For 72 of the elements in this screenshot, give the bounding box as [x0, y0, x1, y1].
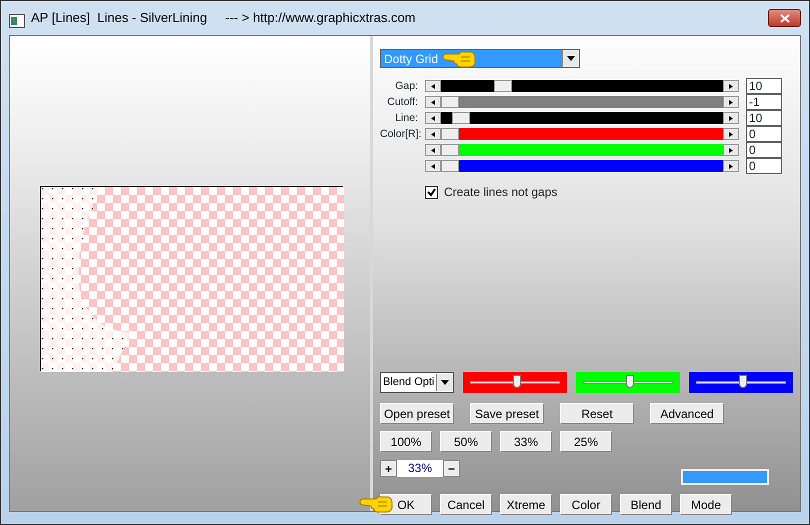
slider-thumb[interactable]: [452, 112, 470, 124]
slider-label: Gap:: [394, 79, 418, 94]
right-arrow-button[interactable]: [723, 96, 739, 108]
zoom-in-button[interactable]: +: [380, 460, 397, 477]
dialog-button[interactable]: Cancel: [440, 494, 492, 515]
left-arrow-button[interactable]: [425, 112, 441, 124]
right-arrow-button[interactable]: [723, 128, 739, 140]
right-arrow-button[interactable]: [723, 144, 739, 156]
zoom-field[interactable]: 33%: [397, 460, 443, 477]
left-arrow-button[interactable]: [425, 96, 441, 108]
slider-thumb[interactable]: [513, 375, 522, 388]
right-arrow-icon[interactable]: [729, 84, 733, 88]
left-arrow-button[interactable]: [425, 80, 441, 92]
hand-pointer-icon: [358, 494, 394, 514]
value-field[interactable]: -1: [746, 94, 782, 110]
preset-button[interactable]: Reset: [560, 403, 634, 424]
close-button[interactable]: [768, 9, 801, 27]
value-field[interactable]: 0: [746, 126, 782, 142]
app-icon: [9, 11, 25, 25]
right-arrow-button[interactable]: [723, 80, 739, 92]
blend-slider[interactable]: [689, 372, 793, 393]
slider-thumb[interactable]: [494, 80, 512, 92]
caret-icon: [567, 56, 575, 61]
left-arrow-icon[interactable]: [431, 116, 435, 120]
slider-thumb[interactable]: [441, 128, 459, 140]
slider-thumb[interactable]: [441, 144, 459, 156]
preset-button[interactable]: Advanced: [650, 403, 724, 424]
right-arrow-button[interactable]: [723, 112, 739, 124]
window-title: AP [Lines] Lines - SilverLining --- > http://www.graphicxtras.com: [31, 9, 416, 28]
slider-thumb[interactable]: [626, 375, 634, 388]
left-arrow-icon[interactable]: [431, 132, 435, 136]
zoom-button[interactable]: 100%: [380, 431, 432, 452]
preset-button[interactable]: Save preset: [470, 403, 544, 424]
slider-thumb[interactable]: [441, 160, 459, 172]
slider-label: Color[R]:: [380, 127, 418, 142]
checkbox-label: Create lines not gaps: [444, 184, 558, 201]
slider-label: Line:: [394, 111, 418, 126]
left-arrow-icon[interactable]: [431, 84, 435, 88]
blend-slider[interactable]: [576, 372, 680, 393]
right-arrow-button[interactable]: [723, 160, 739, 172]
zoom-button[interactable]: 25%: [560, 431, 612, 452]
close-icon[interactable]: [780, 14, 790, 22]
blend-dropdown[interactable]: Blend Opti: [380, 372, 454, 393]
slider-label: Cutoff:: [386, 95, 418, 110]
right-arrow-icon[interactable]: [729, 132, 733, 136]
right-arrow-icon[interactable]: [729, 148, 733, 152]
left-arrow-icon[interactable]: [431, 100, 435, 104]
slider-thumb[interactable]: [739, 375, 748, 388]
zoom-button[interactable]: 33%: [500, 431, 552, 452]
value-field[interactable]: 0: [746, 158, 782, 174]
right-arrow-icon[interactable]: [729, 116, 733, 120]
slider-thumb[interactable]: [441, 96, 459, 108]
zoom-button[interactable]: 50%: [440, 431, 492, 452]
dialog-button[interactable]: Color: [560, 494, 612, 515]
left-arrow-button[interactable]: [425, 128, 441, 140]
blend-slider[interactable]: [463, 372, 567, 393]
value-field[interactable]: 10: [746, 110, 782, 126]
left-arrow-icon[interactable]: [431, 164, 435, 168]
left-arrow-button[interactable]: [425, 144, 441, 156]
left-arrow-button[interactable]: [425, 160, 441, 172]
dialog-button[interactable]: Blend: [620, 494, 672, 515]
right-arrow-icon[interactable]: [729, 164, 733, 168]
hand-pointer-icon: [441, 49, 477, 69]
dialog-button[interactable]: Xtreme: [500, 494, 552, 515]
value-field[interactable]: 10: [746, 78, 782, 94]
value-field[interactable]: 0: [746, 142, 782, 158]
dialog-button[interactable]: Mode: [680, 494, 732, 515]
left-arrow-icon[interactable]: [431, 148, 435, 152]
preset-button[interactable]: Open preset: [380, 403, 454, 424]
right-arrow-icon[interactable]: [729, 100, 733, 104]
caret-icon: [441, 380, 449, 385]
zoom-out-button[interactable]: −: [443, 460, 460, 477]
